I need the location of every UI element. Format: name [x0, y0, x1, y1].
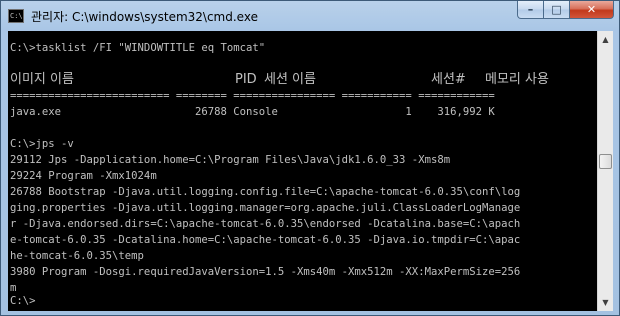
console-line: C:\>jps -v [10, 138, 74, 150]
console-prompt[interactable]: C:\> [10, 293, 36, 309]
console-line: 26788 Bootstrap -Djava.util.logging.conf… [10, 186, 521, 198]
console-line: ========================= ======== =====… [10, 90, 495, 102]
column-header-image-name: 이미지 이름 [10, 72, 74, 87]
console-line: 29112 Jps -Dapplication.home=C:\Program … [10, 154, 451, 166]
console-line: 29224 Program -Xmx1024m [10, 170, 157, 182]
window-title: 관리자: C:\windows\system32\cmd.exe [31, 10, 258, 24]
console-line: e-tomcat-6.0.35 -Dcatalina.home=C:\apach… [10, 234, 521, 246]
console-line: 3980 Program -Dosgi.requiredJavaVersion=… [10, 266, 521, 278]
console-line: C:\>tasklist /FI "WINDOWTITLE eq Tomcat" [10, 42, 266, 54]
title-bar[interactable]: C:\ 관리자: C:\windows\system32\cmd.exe – □… [1, 1, 619, 31]
scroll-down-arrow-icon[interactable]: ▼ [598, 294, 613, 311]
window-controls: – □ ✕ [517, 1, 614, 21]
scroll-up-arrow-icon[interactable]: ▲ [598, 31, 613, 48]
vertical-scrollbar[interactable]: ▲ ▼ [597, 31, 613, 311]
column-header-pid: PID [235, 72, 257, 87]
column-header-memory-usage: 메모리 사용 [485, 72, 549, 87]
cmd-icon[interactable]: C:\ [8, 9, 24, 23]
console-line: he-tomcat-6.0.35\temp [10, 250, 144, 262]
close-button[interactable]: ✕ [570, 1, 614, 19]
console-line: ging.properties -Djava.util.logging.mana… [10, 202, 521, 214]
column-header-session-number: 세션# [431, 72, 466, 87]
console-line: java.exe 26788 Console 1 316,992 K [10, 106, 495, 118]
minimize-button[interactable]: – [517, 1, 544, 19]
cmd-window: C:\ 관리자: C:\windows\system32\cmd.exe – □… [0, 0, 620, 316]
console-output[interactable]: C:\>tasklist /FI "WINDOWTITLE eq Tomcat"… [8, 31, 597, 311]
console-line: r -Djava.endorsed.dirs=C:\apache-tomcat-… [10, 218, 521, 230]
scrollbar-thumb[interactable] [599, 154, 612, 169]
column-header-session-name: 세션 이름 [264, 72, 316, 87]
maximize-button[interactable]: □ [544, 1, 570, 19]
